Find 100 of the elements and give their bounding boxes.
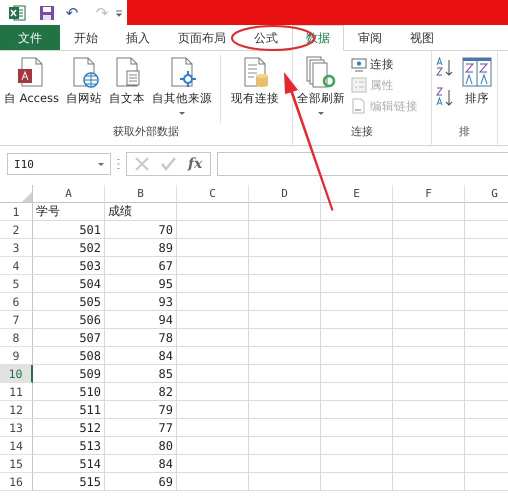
empty-cell <box>321 383 393 401</box>
empty-cell <box>393 419 465 437</box>
empty-cell <box>177 239 249 257</box>
ribbon-button[interactable]: 现有连接 <box>230 55 280 123</box>
row-header[interactable]: 9 <box>0 347 33 365</box>
empty-cell <box>249 419 321 437</box>
ribbon-button[interactable]: 连接 <box>351 57 418 72</box>
column-header[interactable]: F <box>393 185 465 203</box>
empty-cell <box>177 257 249 275</box>
empty-cell <box>177 221 249 239</box>
name-box[interactable]: I10 <box>7 153 111 175</box>
table-cell: 82 <box>105 383 177 401</box>
column-header[interactable]: G <box>465 185 508 203</box>
sort-button[interactable] <box>435 87 455 107</box>
empty-cell <box>177 203 249 221</box>
ribbon-button[interactable]: 自其他来源 <box>151 55 214 123</box>
empty-cell <box>321 401 393 419</box>
ribbon-button[interactable]: 全部刷新 <box>296 55 346 123</box>
table-cell: 508 <box>33 347 105 365</box>
empty-cell <box>321 437 393 455</box>
row-header[interactable]: 16 <box>0 473 33 491</box>
empty-cell <box>393 239 465 257</box>
row-header[interactable]: 7 <box>0 311 33 329</box>
empty-cell <box>249 365 321 383</box>
row-header[interactable]: 3 <box>0 239 33 257</box>
empty-cell <box>177 419 249 437</box>
empty-cell <box>321 473 393 491</box>
empty-cell <box>177 311 249 329</box>
undo-button[interactable]: ↶ <box>59 2 85 24</box>
table-cell: 502 <box>33 239 105 257</box>
table-cell: 94 <box>105 311 177 329</box>
row-header[interactable]: 12 <box>0 401 33 419</box>
ribbon-button[interactable]: 自网站 <box>65 55 104 123</box>
empty-cell <box>177 329 249 347</box>
ribbon-button[interactable]: 排序 <box>460 55 494 123</box>
empty-cell <box>393 365 465 383</box>
table-cell: 515 <box>33 473 105 491</box>
insert-function-button[interactable]: fx <box>188 156 202 172</box>
empty-cell <box>393 257 465 275</box>
row-header[interactable]: 11 <box>0 383 33 401</box>
row-header[interactable]: 8 <box>0 329 33 347</box>
formula-input-field[interactable] <box>217 152 508 176</box>
group-label: 连接 <box>350 124 374 140</box>
table-cell: 512 <box>33 419 105 437</box>
empty-cell <box>393 293 465 311</box>
caret-icon <box>318 112 324 115</box>
empty-cell <box>393 329 465 347</box>
empty-cell <box>249 401 321 419</box>
group-label: 获取外部数据 <box>112 124 180 140</box>
column-header[interactable]: D <box>249 185 321 203</box>
column-header[interactable]: B <box>105 185 177 203</box>
ribbon-button[interactable]: 自 Access <box>3 55 60 123</box>
table-cell: 501 <box>33 221 105 239</box>
empty-cell <box>321 419 393 437</box>
empty-cell <box>393 383 465 401</box>
empty-cell <box>321 365 393 383</box>
empty-cell <box>249 275 321 293</box>
empty-cell <box>393 221 465 239</box>
sort-button[interactable] <box>435 57 455 77</box>
empty-cell <box>321 347 393 365</box>
empty-cell <box>249 383 321 401</box>
row-header[interactable]: 4 <box>0 257 33 275</box>
empty-cell <box>177 383 249 401</box>
caret-icon <box>179 112 186 115</box>
empty-cell <box>393 311 465 329</box>
sort-descending-icon <box>435 87 455 107</box>
table-cell: 学号 <box>33 203 105 221</box>
table-cell: 84 <box>105 455 177 473</box>
empty-cell <box>177 401 249 419</box>
caret-icon <box>98 162 104 166</box>
customize-menu-icon[interactable] <box>115 8 123 16</box>
column-header[interactable]: C <box>177 185 249 203</box>
row-header[interactable]: 2 <box>0 221 33 239</box>
row-header[interactable]: 5 <box>0 275 33 293</box>
empty-cell <box>393 473 465 491</box>
row-header[interactable]: 6 <box>0 293 33 311</box>
row-header[interactable]: 13 <box>0 419 33 437</box>
save-icon[interactable] <box>39 4 55 20</box>
row-header[interactable]: 15 <box>0 455 33 473</box>
row-header[interactable]: 14 <box>0 437 33 455</box>
table-cell: 84 <box>105 347 177 365</box>
spreadsheet-app-icon[interactable] <box>8 4 26 22</box>
table-cell: 509 <box>33 365 105 383</box>
empty-cell <box>177 275 249 293</box>
file-tab[interactable]: 文件 <box>0 25 60 50</box>
empty-cell <box>249 473 321 491</box>
table-cell: 89 <box>105 239 177 257</box>
table-cell: 507 <box>33 329 105 347</box>
check-icon[interactable] <box>161 157 176 171</box>
refresh-documents-icon <box>305 55 337 89</box>
empty-cell <box>321 221 393 239</box>
sort-ascending-icon <box>435 57 455 77</box>
row-header[interactable]: 1 <box>0 203 33 221</box>
table-cell: 513 <box>33 437 105 455</box>
row-header[interactable]: 10 <box>0 365 33 383</box>
empty-cell <box>393 203 465 221</box>
ribbon-button[interactable]: 自文本 <box>108 55 146 123</box>
list-icon <box>351 77 367 93</box>
empty-cell <box>321 293 393 311</box>
column-header[interactable]: A <box>33 185 105 203</box>
